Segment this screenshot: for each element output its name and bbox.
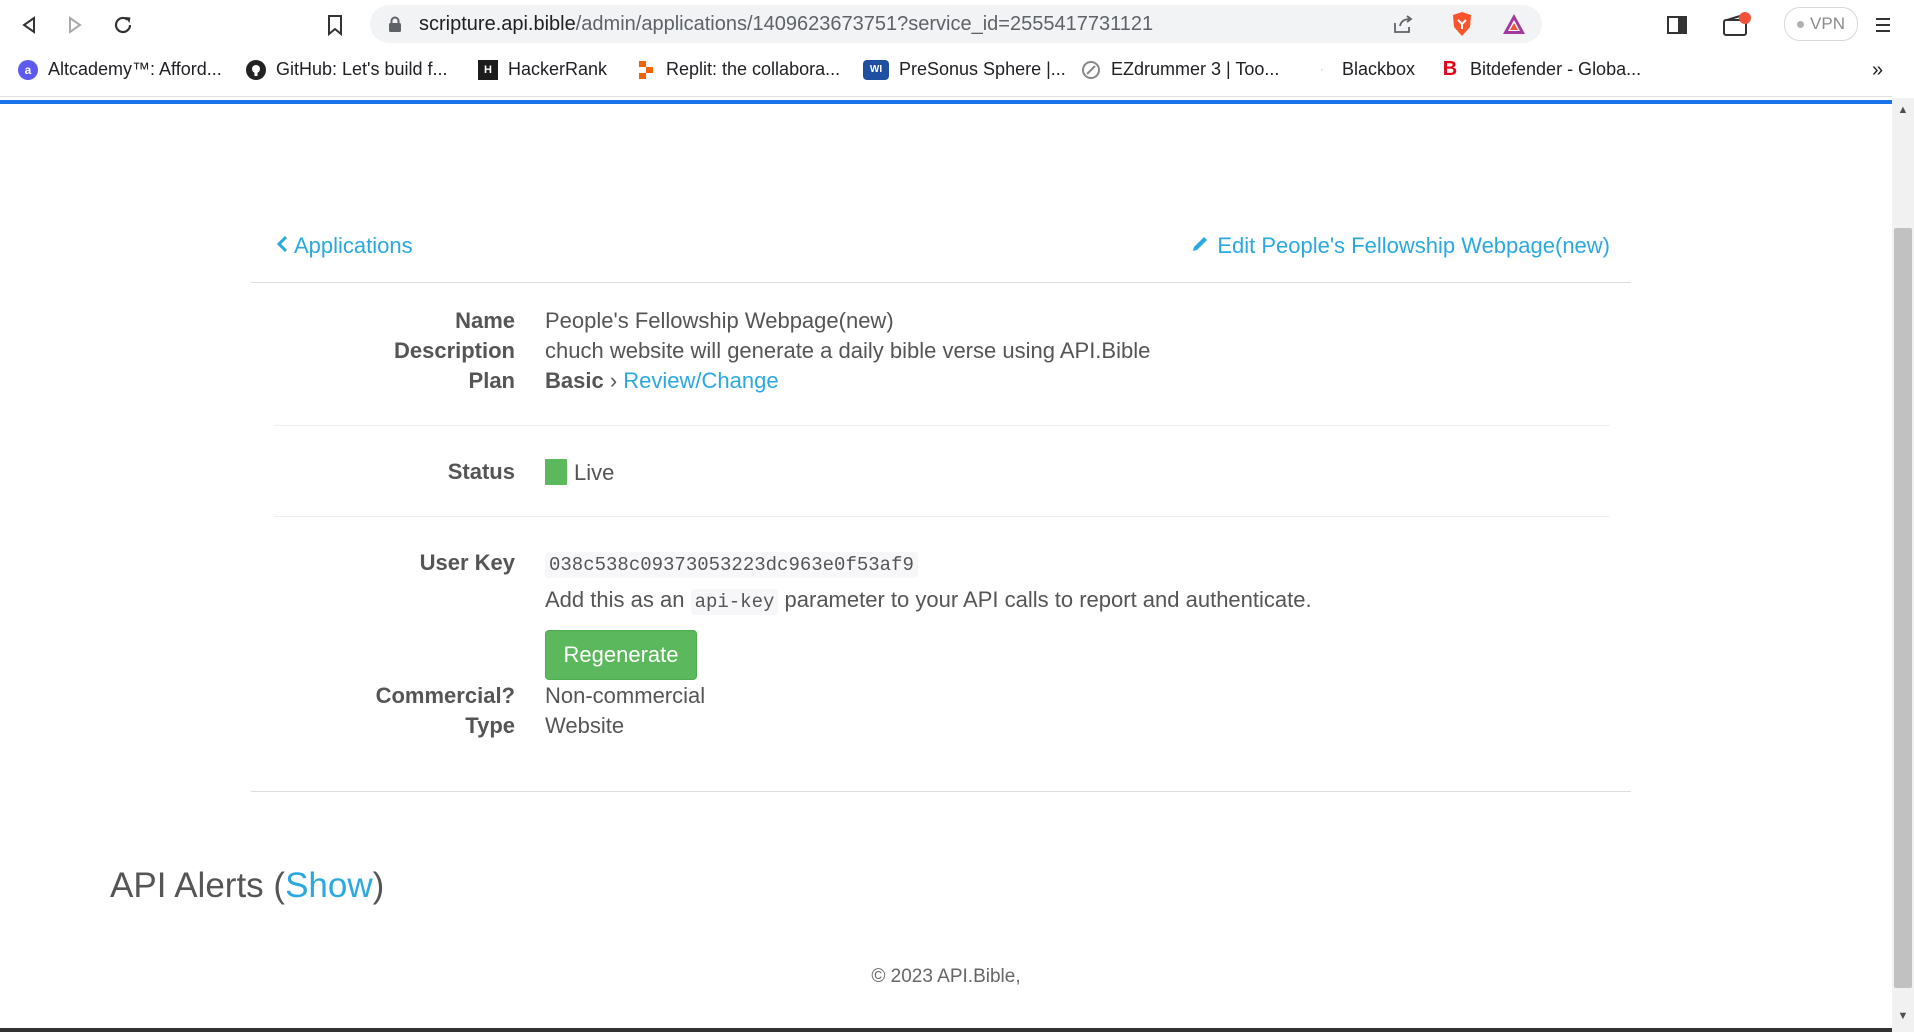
plan-separator: › [609,368,618,393]
lock-icon [388,16,402,38]
bookmark-label: PreSonus Sphere |... [899,59,1066,79]
scroll-up-arrow[interactable]: ▲ [1894,104,1912,122]
blackbox-icon: · [1320,64,1324,75]
hackerrank-icon: H [478,59,498,80]
chevron-left-icon [276,233,288,259]
type-label: Type [465,713,515,738]
api-alerts-heading: API Alerts (Show) [110,866,384,906]
status-value: Live [545,459,614,486]
paren-close: ) [372,866,385,905]
user-key-value: 038c538c09373053223dc963e0f53af9 [545,550,918,578]
user-key-label: User Key [419,550,515,575]
description-label: Description [393,338,515,363]
regenerate-button[interactable]: Regenerate [545,630,697,680]
wallet-icon[interactable] [1722,10,1752,40]
applications-back-link[interactable]: Applications [276,233,413,259]
applications-link-label: Applications [294,233,413,258]
bookmark-label: Altcademy™: Afford... [48,59,222,79]
bookmark-label: Bitdefender - Globa... [1470,59,1642,79]
vpn-button[interactable]: VPN [1784,7,1858,41]
plan-name: Basic [545,368,604,393]
bookmark-presonus[interactable]: WI PreSonus Sphere |... [863,59,1066,80]
back-icon[interactable] [14,10,44,40]
bookmark-label: GitHub: Let's build f... [276,59,448,79]
vpn-status-dot [1797,20,1805,28]
live-status-indicator [545,459,567,485]
forward-icon[interactable] [60,10,90,40]
bookmark-hackerrank[interactable]: H HackerRank [478,59,607,80]
scrollbar-thumb[interactable] [1894,228,1912,988]
plan-label: Plan [468,368,515,393]
bookmark-ezdrummer[interactable]: EZdrummer 3 | Too... [1081,59,1279,80]
bookmark-page-icon[interactable] [320,10,350,40]
url-text: scripture.api.bible/admin/applications/1… [419,13,1153,36]
status-label: Status [447,459,515,484]
vpn-label: VPN [1810,14,1845,33]
url-host: scripture.api.bible [419,13,576,35]
bookmark-github[interactable]: GitHub: Let's build f... [246,59,448,80]
github-icon [246,59,266,80]
brave-shields-icon[interactable] [1450,11,1474,42]
reload-icon[interactable] [108,10,138,40]
edit-link-label: Edit People's Fellowship Webpage(new) [1217,233,1610,258]
review-change-link[interactable]: Review/Change [623,368,778,393]
page-top-accent-bar [0,100,1892,104]
bookmarks-bar: a Altcademy™: Afford... GitHub: Let's bu… [0,49,1914,94]
user-key-code: 038c538c09373053223dc963e0f53af9 [545,552,918,578]
bookmark-blackbox[interactable]: · Blackbox [1312,59,1416,80]
key-help-before: Add this as an [545,587,685,612]
bookmark-label: Replit: the collabora... [666,59,841,79]
toolbar-divider [0,96,1892,97]
api-key-code: api-key [690,589,779,615]
window-bottom-edge [0,1028,1892,1032]
menu-icon[interactable] [1868,10,1898,40]
bookmark-replit[interactable]: Replit: the collabora... [636,59,840,80]
section-divider [274,425,1610,426]
browser-toolbar: scripture.api.bible/admin/applications/1… [0,0,1914,49]
more-bookmarks-button[interactable]: » [1872,59,1883,82]
paren-open: ( [273,866,286,905]
altcademy-icon: a [18,59,38,80]
replit-icon [636,60,656,80]
api-alerts-title: API Alerts [110,866,264,905]
plan-value: Basic › Review/Change [545,368,779,394]
share-icon[interactable] [1392,14,1414,39]
section-divider [274,516,1610,517]
commercial-label: Commercial? [375,683,515,708]
bookmark-label: Blackbox [1342,59,1416,79]
url-path: /admin/applications/1409623673751?servic… [575,13,1154,35]
edit-application-link[interactable]: Edit People's Fellowship Webpage(new) [1191,233,1610,259]
footer-copyright: © 2023 API.Bible, [871,966,1021,987]
type-value: Website [545,713,625,738]
name-label: Name [455,308,515,333]
show-alerts-link[interactable]: Show [285,866,373,905]
bookmark-altcademy[interactable]: a Altcademy™: Afford... [18,59,222,80]
more-bookmarks-label: » [1872,59,1884,81]
address-bar[interactable]: scripture.api.bible/admin/applications/1… [370,5,1542,43]
pencil-icon [1191,233,1209,259]
presonus-icon: WI [863,59,889,80]
name-value: People's Fellowship Webpage(new) [545,308,894,333]
header-divider [251,282,1631,283]
description-value: chuch website will generate a daily bibl… [545,338,1151,363]
scroll-down-arrow[interactable]: ▼ [1894,1010,1912,1028]
content-bottom-divider [251,791,1631,792]
user-key-help: Add this as an api-key parameter to your… [545,587,1312,615]
key-help-after: parameter to your API calls to report an… [784,587,1312,612]
brave-rewards-icon[interactable] [1501,12,1527,41]
sidebar-icon[interactable] [1662,10,1692,40]
bookmark-label: HackerRank [508,59,608,79]
commercial-value: Non-commercial [545,683,706,708]
bitdefender-icon: B [1442,58,1458,80]
ezdrummer-icon [1081,60,1101,80]
bookmark-bitdefender[interactable]: B Bitdefender - Globa... [1440,58,1642,80]
status-text: Live [574,460,615,485]
bookmark-label: EZdrummer 3 | Too... [1111,59,1280,79]
